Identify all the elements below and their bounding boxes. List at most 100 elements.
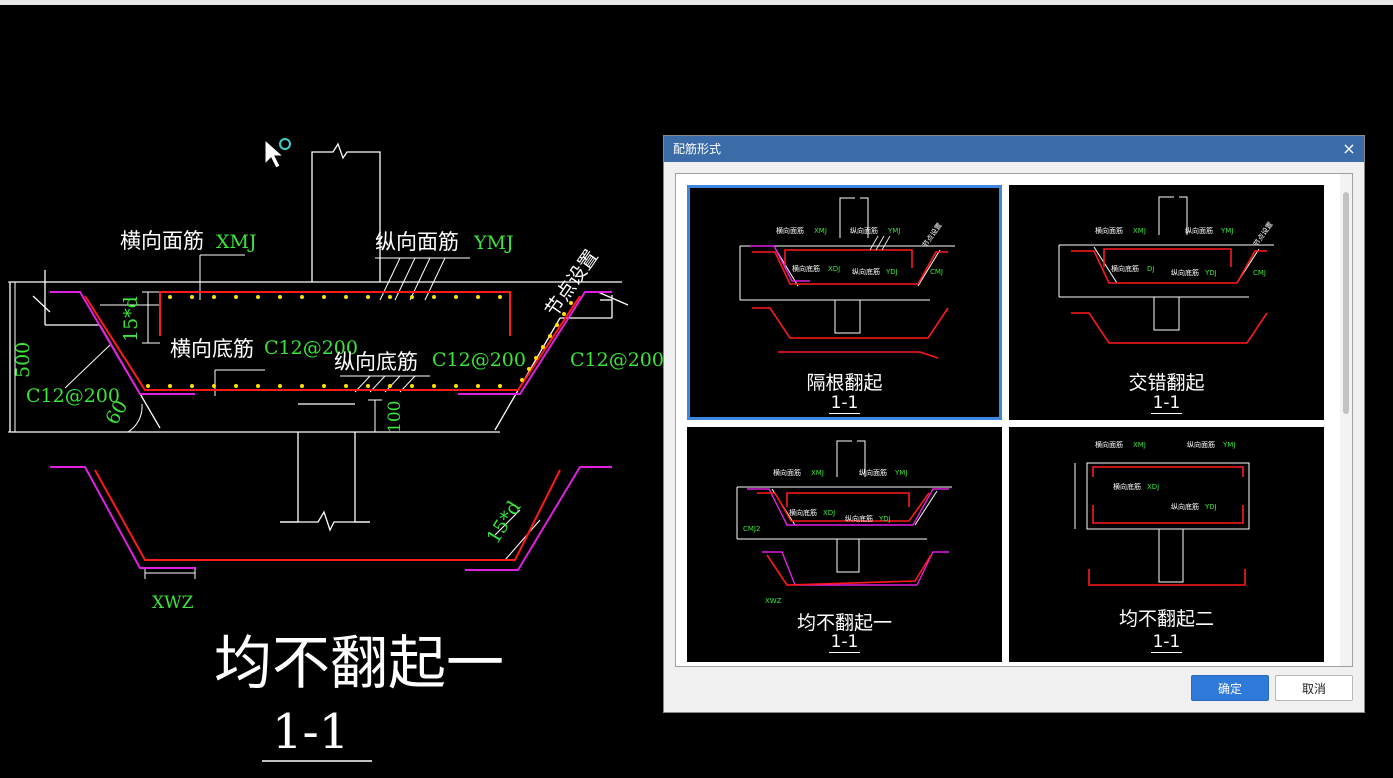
rebar-dot xyxy=(256,384,260,388)
option-section-1: 1-1 xyxy=(828,393,861,414)
label-side-right-code: C12@200 xyxy=(570,349,664,371)
label-xwz: XWZ xyxy=(152,593,194,613)
rebar-dot xyxy=(366,295,370,299)
svg-text:节点设置: 节点设置 xyxy=(920,221,943,249)
label-height: 500 xyxy=(12,342,34,378)
label-anchor-top: 15*d xyxy=(120,296,142,342)
option-title-4: 均不翻起二 xyxy=(1118,608,1214,630)
rebar-dot xyxy=(322,384,326,388)
svg-text:横向面筋: 横向面筋 xyxy=(1095,440,1123,449)
label-anchor-lower: 15*d xyxy=(483,497,526,548)
option-tile-no-bent-one[interactable]: 横向面筋 XMJ 纵向面筋 YMJ 横向底筋 XDJ 纵向底筋 YDJ CMJ2 XWZ… xyxy=(687,427,1002,662)
svg-text:纵向底筋: 纵向底筋 xyxy=(1171,268,1199,277)
rebar-dot xyxy=(534,356,538,360)
rebar-dot xyxy=(168,295,172,299)
rebar-dot xyxy=(498,295,502,299)
option-section-3: 1-1 xyxy=(828,632,861,653)
svg-text:XMJ: XMJ xyxy=(1133,227,1146,235)
svg-text:横向面筋: 横向面筋 xyxy=(773,468,801,477)
close-icon[interactable]: × xyxy=(1341,136,1357,162)
label-longitudinal-top: 纵向面筋 xyxy=(375,230,459,254)
svg-text:YMJ: YMJ xyxy=(1222,441,1235,449)
rebar-dot xyxy=(432,384,436,388)
scrollbar-thumb[interactable] xyxy=(1343,192,1349,414)
svg-text:YMJ: YMJ xyxy=(1220,227,1233,235)
rebar-dot xyxy=(476,295,480,299)
svg-text:横向底筋: 横向底筋 xyxy=(789,508,817,517)
rebar-dot xyxy=(527,367,531,371)
label-side-left-code: C12@200 xyxy=(26,385,120,407)
svg-text:YDJ: YDJ xyxy=(885,268,898,276)
dialog-title: 配筋形式 xyxy=(664,136,1364,162)
rebar-dot xyxy=(388,295,392,299)
rebar-dot xyxy=(454,295,458,299)
svg-text:横向面筋: 横向面筋 xyxy=(776,226,804,235)
label-longitudinal-bottom-code: C12@200 xyxy=(432,349,526,371)
svg-text:横向底筋: 横向底筋 xyxy=(1113,482,1141,491)
rebar-dot xyxy=(190,384,194,388)
option-title-3: 均不翻起一 xyxy=(796,612,892,634)
rebar-dot xyxy=(476,384,480,388)
rebar-dot xyxy=(234,384,238,388)
label-longitudinal-bottom: 纵向底筋 xyxy=(334,350,418,374)
label-longitudinal-top-code: YMJ xyxy=(473,232,514,254)
svg-text:YDJ: YDJ xyxy=(1204,269,1217,277)
svg-text:CMJ: CMJ xyxy=(930,268,943,276)
svg-text:CMJ2: CMJ2 xyxy=(743,525,760,533)
lower-column xyxy=(280,403,370,532)
rebar-dot xyxy=(410,295,414,299)
rebar-dot xyxy=(388,384,392,388)
gallery-scrollbar[interactable] xyxy=(1340,174,1352,666)
rebar-dot xyxy=(190,295,194,299)
drawing-title: 均不翻起一 xyxy=(214,629,504,697)
cancel-button[interactable]: 取消 xyxy=(1275,675,1353,701)
svg-text:纵向底筋: 纵向底筋 xyxy=(845,514,873,523)
option-section-2: 1-1 xyxy=(1150,393,1183,414)
svg-text:YMJ: YMJ xyxy=(887,227,900,235)
rebar-dot xyxy=(366,384,370,388)
label-transverse-top: 横向面筋 xyxy=(120,229,204,253)
svg-text:DJ: DJ xyxy=(1147,265,1154,273)
drawing-section-label: 1-1 xyxy=(272,704,349,760)
rebar-dot xyxy=(344,384,348,388)
svg-text:XMJ: XMJ xyxy=(1133,441,1146,449)
rebar-dot xyxy=(454,384,458,388)
svg-text:纵向底筋: 纵向底筋 xyxy=(1171,502,1199,511)
svg-text:XWZ: XWZ xyxy=(765,597,782,605)
upper-column xyxy=(311,142,381,282)
bottom-rebar-dots xyxy=(146,384,502,388)
svg-text:纵向面筋: 纵向面筋 xyxy=(859,468,887,477)
rebar-dot xyxy=(256,295,260,299)
option-tile-staggered-bent[interactable]: 横向面筋 XMJ 纵向面筋 YMJ 横向底筋 DJ 纵向底筋 YDJ CMJ 节点设置 … xyxy=(1009,185,1324,420)
rebar-dot xyxy=(520,378,524,382)
svg-text:横向面筋: 横向面筋 xyxy=(1095,226,1123,235)
rebar-dot xyxy=(548,334,552,338)
label-transverse-bottom: 横向底筋 xyxy=(170,337,254,361)
option-tile-alternate-bent[interactable]: 横向面筋 XMJ 纵向面筋 YMJ 横向底筋 XDJ 纵向底筋 YDJ CMJ 节点设置… xyxy=(687,185,1002,420)
top-rebar-dots xyxy=(168,295,502,299)
svg-text:XDJ: XDJ xyxy=(1147,483,1159,491)
svg-text:YMJ: YMJ xyxy=(894,469,907,477)
option-tile-no-bent-two[interactable]: 横向面筋 XMJ 纵向面筋 YMJ 横向底筋 XDJ 纵向底筋 YDJ 均不翻起二 1-… xyxy=(1009,427,1324,662)
rebar-dot xyxy=(212,295,216,299)
svg-text:YDJ: YDJ xyxy=(1204,503,1217,511)
ok-button[interactable]: 确定 xyxy=(1191,675,1269,701)
svg-text:纵向面筋: 纵向面筋 xyxy=(850,226,878,235)
svg-text:XDJ: XDJ xyxy=(823,509,835,517)
rebar-dot xyxy=(146,384,150,388)
rebar-dot xyxy=(344,295,348,299)
rebar-dot xyxy=(168,384,172,388)
svg-text:XDJ: XDJ xyxy=(828,265,840,273)
rebar-dot xyxy=(234,295,238,299)
cursor-icon xyxy=(264,138,291,169)
rebar-dot xyxy=(410,384,414,388)
rebar-dot xyxy=(278,295,282,299)
svg-text:横向底筋: 横向底筋 xyxy=(1111,264,1139,273)
option-title-1: 隔根翻起 xyxy=(806,372,883,394)
rebar-dot xyxy=(541,345,545,349)
svg-text:XMJ: XMJ xyxy=(814,227,827,235)
rebar-dot xyxy=(498,384,502,388)
rebar-dot xyxy=(555,323,559,327)
rebar-dot xyxy=(278,384,282,388)
label-bottom-height: 100 xyxy=(385,401,405,433)
